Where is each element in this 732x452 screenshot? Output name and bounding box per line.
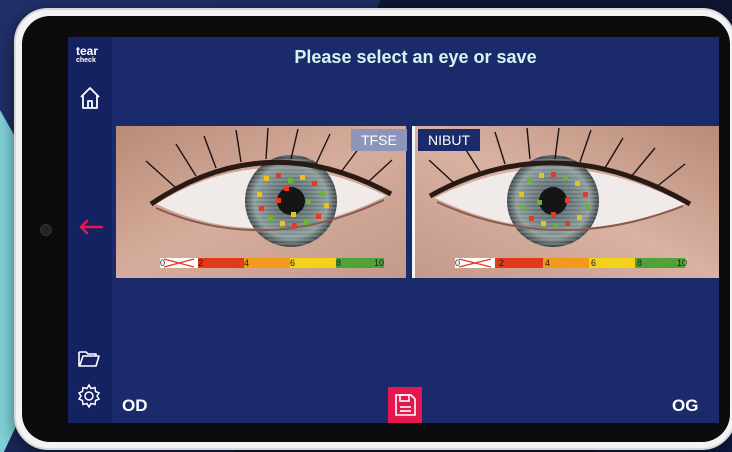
home-icon [80, 87, 100, 109]
settings-icon [77, 383, 101, 409]
og-label[interactable]: OG [672, 396, 698, 416]
tab-nibut[interactable]: NIBUT [418, 129, 480, 151]
app-screen: tear check Please select an eye or save [68, 37, 719, 423]
folder-icon [78, 351, 100, 367]
scale-tick-2: 2 [198, 258, 203, 268]
scale-tick-0: 0 [455, 258, 460, 268]
back-arrow-icon [79, 219, 104, 235]
scale-tick-0: 0 [160, 258, 165, 268]
scale-tick-4: 4 [244, 258, 249, 268]
scale-tick-6: 6 [290, 258, 295, 268]
od-label[interactable]: OD [122, 396, 148, 416]
open-folder-button[interactable] [77, 347, 101, 369]
scale-tick-8: 8 [637, 258, 642, 268]
scale-tick-4: 4 [545, 258, 550, 268]
tablet-camera [40, 224, 52, 236]
logo-text-check: check [76, 57, 96, 64]
scale-tick-2: 2 [499, 258, 504, 268]
page-title: Please select an eye or save [294, 47, 537, 67]
settings-button[interactable] [76, 383, 102, 409]
scale-tick-10: 10 [374, 258, 384, 268]
scale-tick-8: 8 [336, 258, 341, 268]
app-logo: tear check [76, 45, 98, 64]
tab-tfse[interactable]: TFSE [351, 129, 407, 151]
back-button[interactable] [78, 219, 104, 235]
save-icon [395, 394, 416, 416]
logo-text-tear: tear [76, 44, 99, 58]
save-button[interactable] [388, 387, 422, 423]
scale-tick-6: 6 [591, 258, 596, 268]
home-button[interactable] [78, 85, 102, 111]
scale-tick-10: 10 [677, 258, 687, 268]
